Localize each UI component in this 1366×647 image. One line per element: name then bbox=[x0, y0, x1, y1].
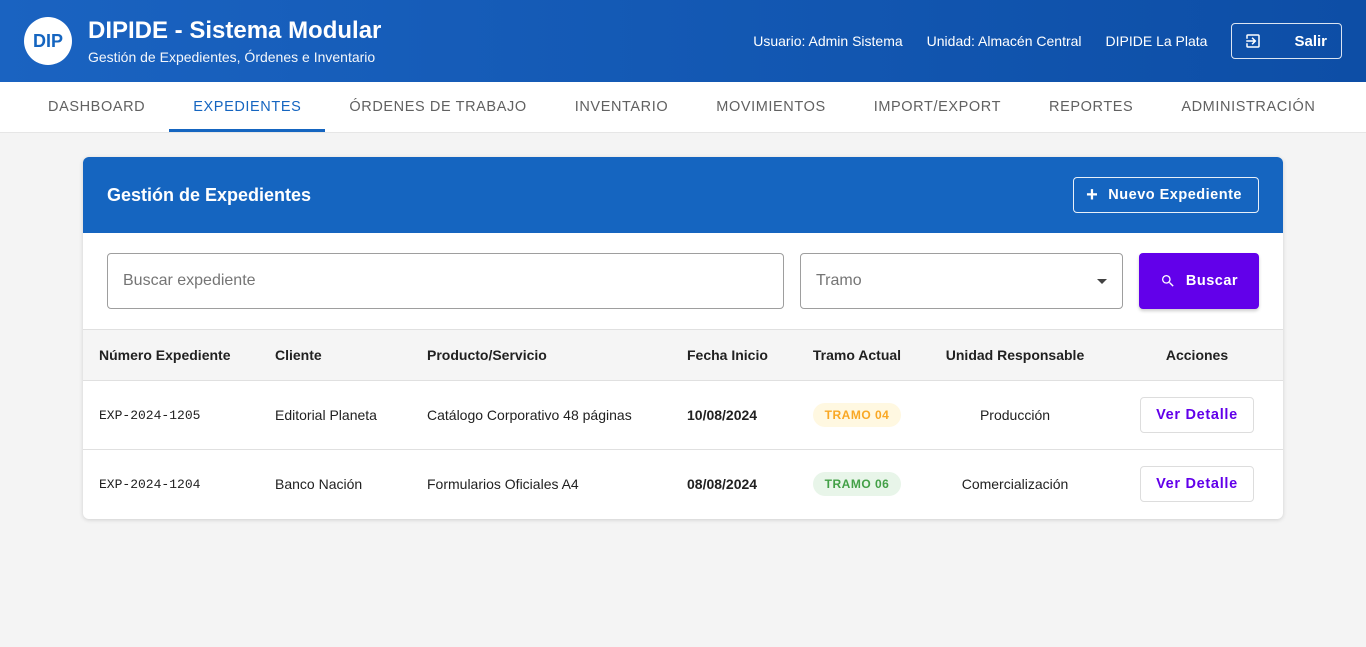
brand: DIPIDE - Sistema Modular Gestión de Expe… bbox=[88, 17, 381, 65]
new-expediente-label: Nuevo Expediente bbox=[1108, 187, 1242, 203]
chevron-down-icon bbox=[1097, 278, 1107, 284]
tab-administracion[interactable]: ADMINISTRACIÓN bbox=[1157, 82, 1339, 132]
header-info: Usuario: Admin Sistema Unidad: Almacén C… bbox=[729, 23, 1342, 59]
cell-tramo: TRAMO 06 bbox=[795, 450, 919, 519]
tab-import-export[interactable]: IMPORT/EXPORT bbox=[850, 82, 1025, 132]
new-expediente-button[interactable]: + Nuevo Expediente bbox=[1073, 177, 1259, 213]
col-fecha[interactable]: Fecha Inicio bbox=[671, 330, 795, 381]
app-header: DIP DIPIDE - Sistema Modular Gestión de … bbox=[0, 0, 1366, 82]
ver-detalle-button[interactable]: Ver Detalle bbox=[1140, 397, 1254, 433]
tramo-badge: TRAMO 06 bbox=[812, 472, 902, 497]
cell-cliente: Editorial Planeta bbox=[275, 407, 377, 423]
plus-icon: + bbox=[1086, 184, 1099, 206]
cell-tramo: TRAMO 04 bbox=[795, 381, 919, 450]
cell-cliente: Banco Nación bbox=[275, 476, 363, 493]
tab-reportes[interactable]: REPORTES bbox=[1025, 82, 1157, 132]
cell-unidad: Comercialización bbox=[961, 476, 1069, 493]
tramo-badge: TRAMO 04 bbox=[812, 403, 902, 427]
tramo-select-label: Tramo bbox=[816, 272, 862, 289]
table-row: EXP-2024-1204 Banco Nación Formularios O… bbox=[83, 450, 1283, 519]
cell-acciones: Ver Detalle bbox=[1111, 450, 1283, 519]
cell-fecha: 10/08/2024 bbox=[687, 407, 758, 423]
cell-producto: Formularios Oficiales A4 bbox=[427, 476, 579, 493]
tab-expedientes[interactable]: EXPEDIENTES bbox=[169, 82, 326, 132]
expedientes-panel: Gestión de Expedientes + Nuevo Expedient… bbox=[83, 157, 1283, 519]
tab-inventario[interactable]: INVENTARIO bbox=[551, 82, 693, 132]
search-button[interactable]: Buscar bbox=[1139, 253, 1259, 309]
col-tramo[interactable]: Tramo Actual bbox=[795, 330, 919, 381]
expedientes-table: Número Expediente Cliente Producto/Servi… bbox=[83, 329, 1283, 519]
cell-unidad: Producción bbox=[979, 407, 1051, 423]
cell-acciones: Ver Detalle bbox=[1111, 381, 1283, 450]
col-producto[interactable]: Producto/Servicio bbox=[411, 330, 671, 381]
app-logo: DIP bbox=[24, 17, 72, 65]
filters-bar: Tramo Buscar bbox=[83, 233, 1283, 329]
logout-label: Salir bbox=[1294, 32, 1327, 50]
table-row: EXP-2024-1205 Editorial Planeta Catálogo… bbox=[83, 381, 1283, 450]
app-subtitle: Gestión de Expedientes, Órdenes e Invent… bbox=[88, 49, 376, 65]
cell-producto: Catálogo Corporativo 48 páginas bbox=[427, 407, 632, 423]
main-tabs: DASHBOARD EXPEDIENTES ÓRDENES DE TRABAJO… bbox=[0, 82, 1366, 133]
search-icon bbox=[1161, 275, 1174, 287]
logout-icon bbox=[1246, 34, 1261, 48]
ver-detalle-button[interactable]: Ver Detalle bbox=[1140, 466, 1254, 503]
app-title: DIPIDE - Sistema Modular bbox=[88, 17, 382, 44]
col-acciones: Acciones bbox=[1165, 347, 1229, 363]
cell-fecha: 08/08/2024 bbox=[687, 476, 758, 493]
panel-header: Gestión de Expedientes + Nuevo Expedient… bbox=[83, 157, 1283, 233]
organization: DIPIDE La Plata bbox=[1105, 33, 1208, 49]
cell-numero: EXP-2024-1205 bbox=[99, 407, 201, 423]
current-user: Usuario: Admin Sistema bbox=[753, 33, 903, 49]
tab-ordenes-de-trabajo[interactable]: ÓRDENES DE TRABAJO bbox=[325, 82, 550, 132]
col-unidad[interactable]: Unidad Responsable bbox=[919, 330, 1111, 381]
col-cliente[interactable]: Cliente bbox=[259, 330, 411, 381]
current-unit: Unidad: Almacén Central bbox=[926, 33, 1082, 49]
search-button-label: Buscar bbox=[1185, 273, 1239, 289]
logout-button[interactable]: Salir bbox=[1231, 23, 1342, 59]
search-input[interactable] bbox=[107, 253, 784, 309]
col-numero[interactable]: Número Expediente bbox=[83, 330, 259, 381]
cell-numero: EXP-2024-1204 bbox=[99, 476, 201, 492]
table-header-row: Número Expediente Cliente Producto/Servi… bbox=[83, 329, 1283, 381]
tab-dashboard[interactable]: DASHBOARD bbox=[24, 82, 169, 132]
panel-title: Gestión de Expedientes bbox=[107, 184, 312, 205]
tramo-select[interactable]: Tramo bbox=[800, 253, 1123, 309]
tab-movimientos[interactable]: MOVIMIENTOS bbox=[692, 82, 849, 132]
